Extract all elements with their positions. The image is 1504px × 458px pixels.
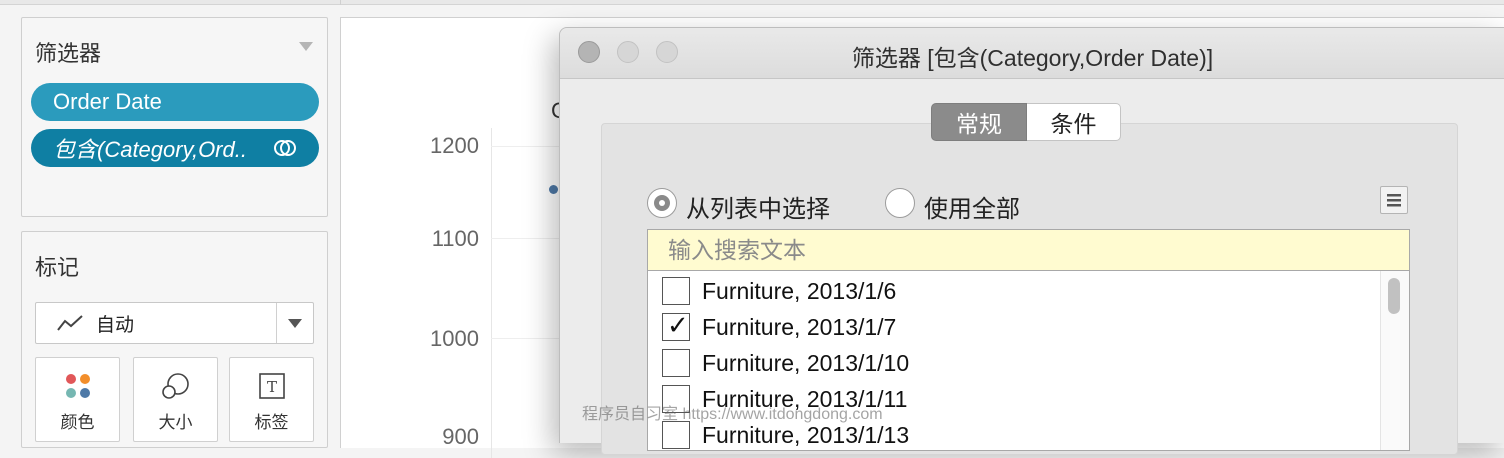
list-options-button[interactable] <box>1380 186 1408 214</box>
filters-shelf: 筛选器 Order Date 包含(Category,Ord.. <box>21 17 328 217</box>
filter-pill-label: 包含(Category,Ord.. <box>53 137 247 162</box>
top-toolbar-strip <box>0 0 1504 5</box>
list-item[interactable]: ✓ Furniture, 2013/1/7 <box>648 309 1368 345</box>
tab-condition[interactable]: 条件 <box>1027 103 1121 141</box>
filter-pill-order-date[interactable]: Order Date <box>31 83 319 121</box>
color-button-label: 颜色 <box>60 413 95 432</box>
list-scrollbar[interactable] <box>1380 271 1409 450</box>
data-point[interactable] <box>549 185 558 194</box>
list-item-label: Furniture, 2013/1/6 <box>702 277 897 304</box>
radio-selected-dot <box>654 195 670 211</box>
y-axis-line <box>491 128 492 458</box>
set-icon <box>274 140 296 156</box>
filter-dialog: 筛选器 [包含(Category,Order Date)] 常规 条件 从列表中… <box>559 27 1504 455</box>
dialog-titlebar[interactable]: 筛选器 [包含(Category,Order Date)] <box>560 28 1504 79</box>
radio-dot-center <box>659 200 665 206</box>
mark-type-dropdown[interactable]: 自动 <box>35 302 314 344</box>
mark-type-label: 自动 <box>96 314 135 336</box>
checkbox[interactable] <box>662 277 690 305</box>
color-button[interactable]: 颜色 <box>35 357 120 442</box>
worksheet-top-divider <box>340 0 341 5</box>
size-circles-icon <box>161 373 189 399</box>
radio-select-from-list[interactable] <box>647 188 677 218</box>
color-dots-icon <box>65 374 90 398</box>
list-item[interactable]: Furniture, 2013/1/6 <box>648 273 1368 309</box>
member-list[interactable]: Furniture, 2013/1/6 ✓ Furniture, 2013/1/… <box>647 271 1410 451</box>
checkbox[interactable]: ✓ <box>662 310 690 341</box>
watermark: 程序员自习室 https://www.itdongdong.com <box>582 406 883 423</box>
dialog-title: 筛选器 [包含(Category,Order Date)] <box>851 45 1214 71</box>
filter-pill-set[interactable]: 包含(Category,Ord.. <box>31 129 319 167</box>
chevron-down-icon[interactable] <box>299 42 313 51</box>
label-button-label: 标签 <box>254 413 289 432</box>
y-tick-label: 1100 <box>431 226 479 251</box>
dropdown-divider <box>276 303 277 343</box>
y-tick-label: 1000 <box>430 326 479 351</box>
radio-use-all-label[interactable]: 使用全部 <box>924 189 1020 224</box>
list-item-label: Furniture, 2013/1/7 <box>702 313 897 340</box>
y-tick-label: 1200 <box>430 133 479 158</box>
filter-pill-label: Order Date <box>53 89 162 114</box>
size-button-label: 大小 <box>158 413 193 432</box>
scrollbar-thumb[interactable] <box>1388 278 1400 314</box>
chevron-down-icon <box>288 319 302 328</box>
checkbox[interactable] <box>662 421 690 449</box>
line-mark-icon <box>57 315 83 331</box>
search-input[interactable]: 输入搜索文本 <box>647 229 1410 271</box>
radio-use-all[interactable] <box>885 188 915 218</box>
list-item-label: Furniture, 2013/1/13 <box>702 421 910 448</box>
checkmark-icon: ✓ <box>667 310 689 340</box>
y-tick-label: 900 <box>442 424 479 449</box>
filters-shelf-title: 筛选器 <box>35 41 102 66</box>
menu-lines-icon <box>1387 194 1401 207</box>
list-item-label: Furniture, 2013/1/10 <box>702 349 910 376</box>
marks-card: 标记 自动 颜色 大小 T 标签 <box>21 231 328 448</box>
text-label-icon: T <box>258 373 285 399</box>
tab-general[interactable]: 常规 <box>931 103 1027 141</box>
label-button[interactable]: T 标签 <box>229 357 314 442</box>
size-button[interactable]: 大小 <box>133 357 218 442</box>
marks-card-title: 标记 <box>35 255 80 280</box>
radio-select-from-list-label[interactable]: 从列表中选择 <box>686 189 830 224</box>
list-item[interactable]: Furniture, 2013/1/10 <box>648 345 1368 381</box>
svg-text:T: T <box>266 378 276 396</box>
checkbox[interactable] <box>662 349 690 377</box>
